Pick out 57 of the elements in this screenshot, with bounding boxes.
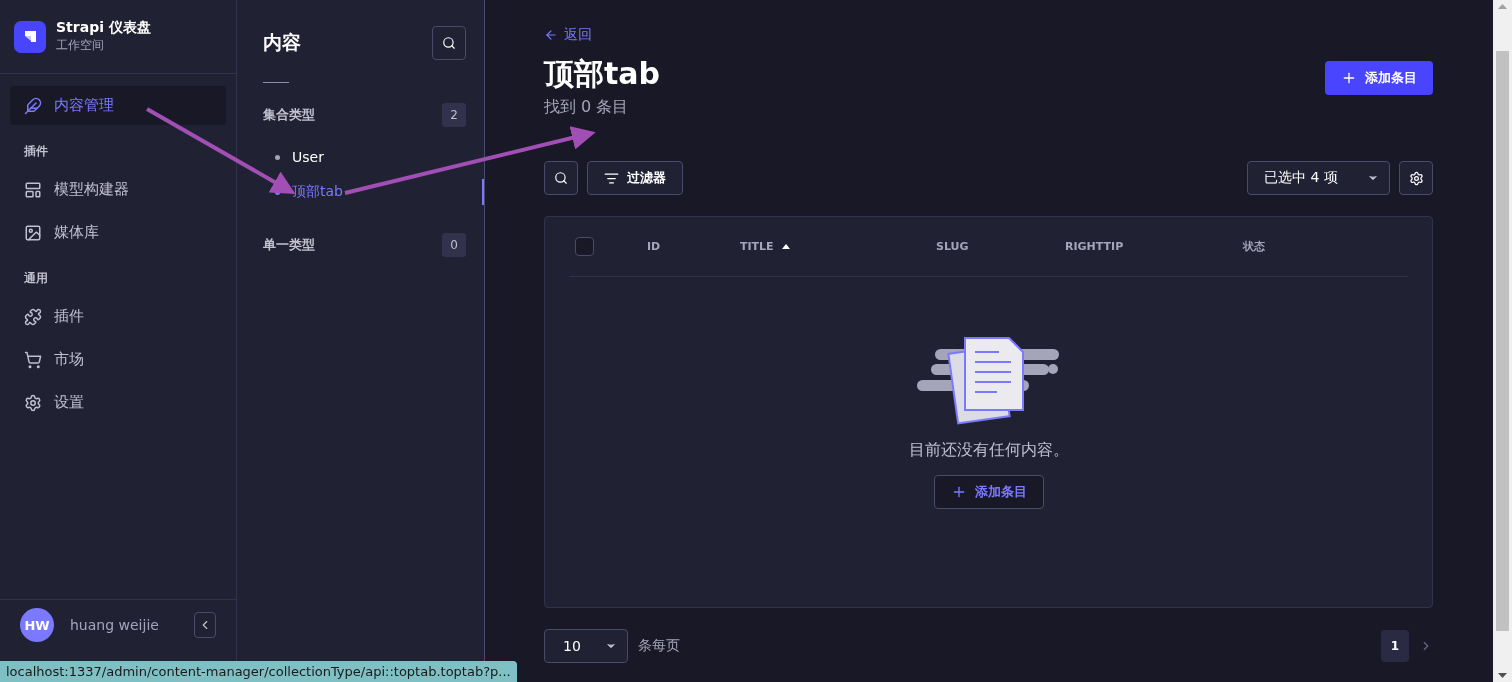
page-title: 顶部tab	[544, 55, 661, 93]
user-avatar[interactable]: HW	[20, 608, 54, 642]
search-icon	[554, 171, 568, 185]
nav-item[interactable]: 插件	[10, 297, 226, 336]
nav-section-heading: 插件	[23, 143, 49, 160]
columns-select[interactable]: 已选中 4 项	[1247, 161, 1390, 195]
nav-item[interactable]: 内容管理	[10, 86, 226, 125]
content-type-link[interactable]: 顶部tab	[275, 179, 484, 205]
content-type-link[interactable]: User	[275, 145, 484, 169]
page-size-select[interactable]: 10	[544, 629, 628, 663]
logo-icon	[14, 20, 46, 53]
group-label: 集合类型	[263, 106, 315, 124]
nav-icon	[24, 350, 42, 369]
scrollbar-thumb[interactable]	[1496, 51, 1509, 631]
empty-message: 目前还没有任何内容。	[908, 439, 1069, 461]
group-label: 单一类型	[263, 236, 315, 254]
nav-icon	[24, 180, 42, 199]
plus-icon	[1341, 70, 1357, 86]
entry-count: 找到 0 条目	[544, 97, 630, 118]
settings-button[interactable]	[1399, 161, 1433, 195]
nav-item[interactable]: 设置	[10, 383, 226, 422]
nav-item[interactable]: 媒体库	[10, 213, 226, 252]
add-entry-button[interactable]: 添加条目	[1325, 61, 1433, 95]
search-button[interactable]	[432, 26, 466, 60]
brand-title: Strapi 仪表盘	[56, 19, 151, 37]
column-header[interactable]: RIGHTTIP	[1065, 240, 1243, 253]
count-badge: 0	[442, 233, 466, 257]
nav-icon	[24, 223, 42, 242]
arrow-left-icon	[544, 28, 558, 42]
nav-item[interactable]: 市场	[10, 340, 226, 379]
sort-icon	[781, 244, 790, 249]
search-icon	[442, 36, 456, 50]
filter-icon	[604, 170, 619, 186]
settings-icon	[1408, 170, 1424, 186]
user-name: huang weijie	[70, 617, 160, 633]
select-all-checkbox[interactable]	[575, 237, 594, 256]
scroll-down-icon[interactable]	[1498, 673, 1507, 678]
search-button[interactable]	[544, 161, 578, 195]
nav-section-heading: 通用	[23, 270, 49, 287]
collapse-button[interactable]	[194, 612, 216, 638]
count-badge: 2	[442, 103, 466, 127]
nav-icon	[24, 307, 42, 326]
filter-button[interactable]: 过滤器	[587, 161, 683, 195]
column-header[interactable]: ID	[647, 240, 740, 253]
column-header[interactable]: SLUG	[936, 240, 1065, 253]
nav-icon	[24, 393, 42, 412]
brand-subtitle: 工作空间	[56, 37, 105, 54]
nav-item[interactable]: 模型构建器	[10, 170, 226, 209]
column-header[interactable]: TITLE	[740, 240, 936, 253]
add-entry-button[interactable]: 添加条目	[933, 474, 1044, 509]
status-url: localhost:1337/admin/content-manager/collectionType/api::toptab.toptab?p...	[0, 661, 517, 682]
panel-title: 内容	[263, 30, 301, 55]
back-link[interactable]: 返回	[544, 26, 1433, 44]
column-header[interactable]: 状态	[1243, 239, 1408, 254]
nav-icon	[24, 96, 42, 115]
page-size-label: 条每页	[638, 637, 680, 655]
page-button[interactable]: 1	[1381, 630, 1409, 662]
